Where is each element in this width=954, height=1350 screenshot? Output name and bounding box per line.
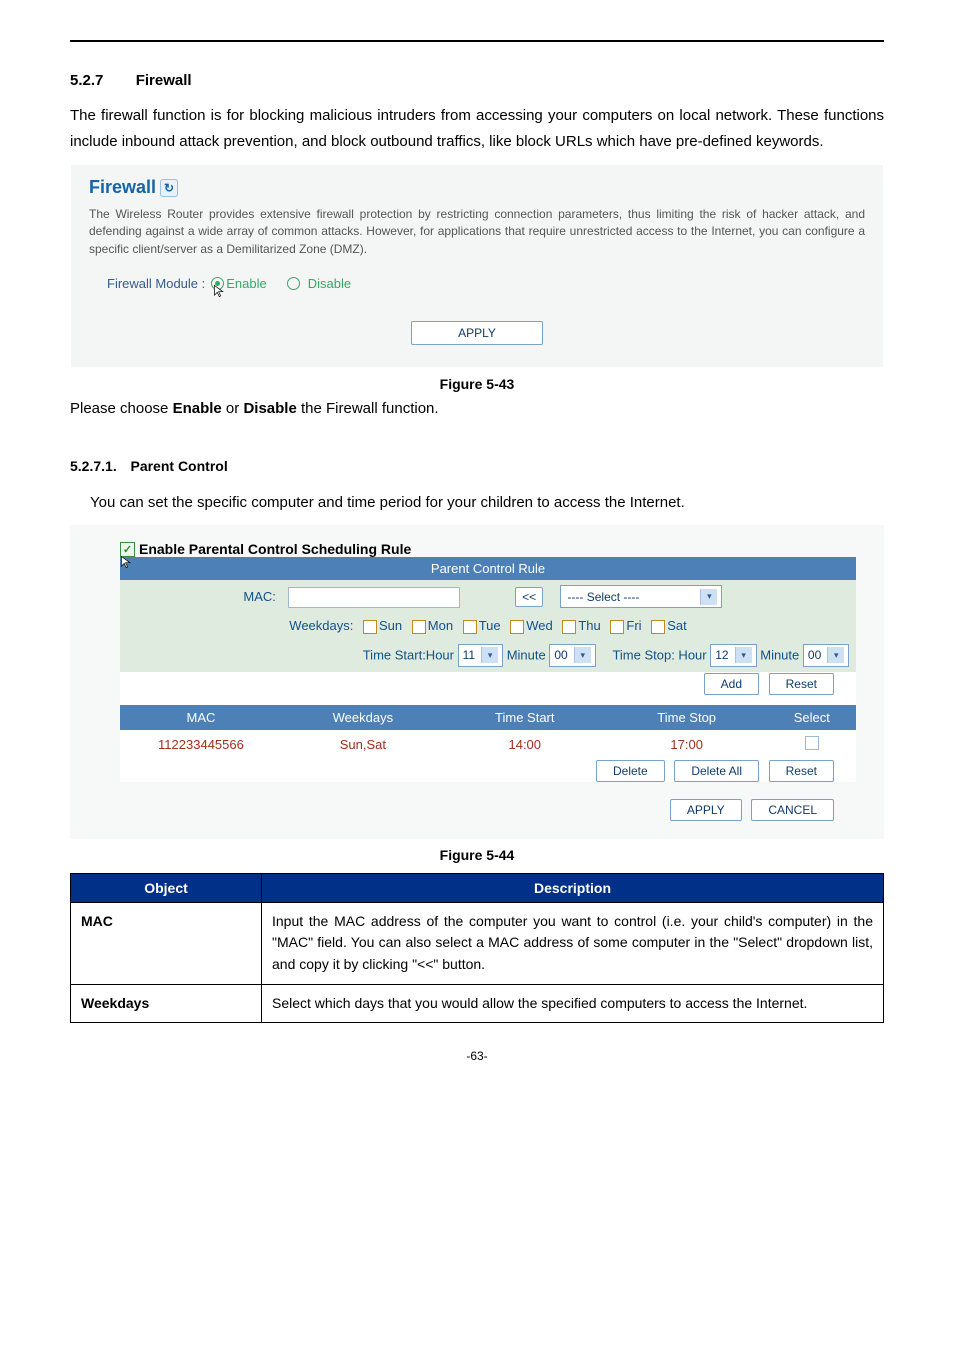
desc-row1-desc: Input the MAC address of the computer yo…	[262, 902, 884, 984]
desc-header-description: Description	[262, 873, 884, 902]
figure-5-44-caption: Figure 5-44	[70, 847, 884, 863]
choose-mid: or	[222, 400, 244, 417]
start-min-dropdown[interactable]: 00 ▾	[549, 644, 595, 667]
desc-row1-obj: MAC	[71, 902, 262, 984]
stop-hour-dropdown[interactable]: 12 ▾	[710, 644, 756, 667]
firewall-screenshot: Firewall ↻ The Wireless Router provides …	[70, 164, 884, 368]
pc-apply-button[interactable]: APPLY	[670, 799, 742, 821]
firewall-description: The Wireless Router provides extensive f…	[89, 206, 865, 258]
mac-label: MAC:	[120, 580, 282, 613]
section-title: Firewall	[136, 72, 192, 89]
time-start-label: Time Start:Hour	[363, 647, 454, 662]
delete-all-button[interactable]: Delete All	[674, 760, 759, 782]
row-time-start: 14:00	[444, 730, 606, 759]
page-number: -63-	[70, 1049, 884, 1063]
mon-checkbox[interactable]	[412, 620, 426, 634]
day-wed: Wed	[526, 618, 553, 633]
time-stop-label: Time Stop: Hour	[612, 647, 706, 662]
stop-hour-value: 12	[715, 648, 728, 662]
stop-min-dropdown[interactable]: 00 ▾	[803, 644, 849, 667]
pc-intro: You can set the specific computer and ti…	[90, 490, 884, 516]
day-thu: Thu	[578, 618, 600, 633]
table-row: 112233445566 Sun,Sat 14:00 17:00	[120, 730, 856, 759]
section-number: 5.2.7	[70, 72, 103, 89]
section-heading: 5.2.7 Firewall	[70, 72, 884, 89]
mac-input[interactable]	[288, 587, 460, 608]
figure-5-43-caption: Figure 5-43	[70, 376, 884, 392]
col-select: Select	[768, 705, 856, 730]
start-hour-dropdown[interactable]: 11 ▾	[458, 644, 503, 667]
col-time-stop: Time Stop	[606, 705, 768, 730]
parent-control-rule-table: Parent Control Rule MAC: << ---- Select …	[120, 557, 856, 821]
thu-checkbox[interactable]	[562, 620, 576, 634]
reset-button[interactable]: Reset	[769, 673, 834, 695]
choose-suffix: the Firewall function.	[297, 400, 439, 417]
chevron-down-icon: ▾	[827, 647, 844, 663]
cursor-icon	[120, 555, 134, 569]
minute-label-2: Minute	[760, 647, 799, 662]
mac-select-dropdown[interactable]: ---- Select ---- ▾	[560, 585, 722, 608]
wed-checkbox[interactable]	[510, 620, 524, 634]
weekdays-label: Weekdays:	[289, 618, 353, 633]
parent-control-screenshot: ✓ Enable Parental Control Scheduling Rul…	[70, 525, 884, 839]
row-weekdays: Sun,Sat	[282, 730, 444, 759]
description-table: Object Description MAC Input the MAC add…	[70, 873, 884, 1024]
cursor-icon	[213, 284, 227, 298]
reset2-button[interactable]: Reset	[769, 760, 834, 782]
chevron-down-icon: ▾	[481, 647, 498, 663]
row-mac: 112233445566	[120, 730, 282, 759]
choose-prefix: Please choose	[70, 400, 173, 417]
row-time-stop: 17:00	[606, 730, 768, 759]
col-weekdays: Weekdays	[282, 705, 444, 730]
copy-mac-button[interactable]: <<	[515, 587, 543, 607]
subsection-title: Parent Control	[130, 458, 227, 474]
day-mon: Mon	[428, 618, 453, 633]
stop-min-value: 00	[808, 648, 821, 662]
start-min-value: 00	[554, 648, 567, 662]
desc-header-object: Object	[71, 873, 262, 902]
enable-pc-label: Enable Parental Control Scheduling Rule	[139, 541, 411, 557]
chevron-down-icon: ▾	[574, 647, 591, 663]
disable-radio-label: Disable	[308, 276, 351, 291]
delete-button[interactable]: Delete	[596, 760, 665, 782]
sun-checkbox[interactable]	[363, 620, 377, 634]
tue-checkbox[interactable]	[463, 620, 477, 634]
start-hour-value: 11	[463, 648, 475, 662]
pc-cancel-button[interactable]: CANCEL	[751, 799, 834, 821]
day-tue: Tue	[479, 618, 501, 633]
day-sat: Sat	[667, 618, 687, 633]
day-fri: Fri	[626, 618, 641, 633]
choose-enable: Enable	[173, 400, 222, 417]
desc-row2-desc: Select which days that you would allow t…	[262, 984, 884, 1023]
page-divider	[70, 40, 884, 42]
subsection-heading: 5.2.7.1. Parent Control	[70, 458, 884, 474]
refresh-icon[interactable]: ↻	[160, 179, 178, 197]
desc-row2-obj: Weekdays	[71, 984, 262, 1023]
disable-radio[interactable]	[287, 277, 300, 290]
col-mac: MAC	[120, 705, 282, 730]
apply-button[interactable]: APPLY	[411, 321, 543, 345]
add-button[interactable]: Add	[704, 673, 759, 695]
choose-disable: Disable	[243, 400, 296, 417]
firewall-heading: Firewall	[89, 177, 156, 198]
mac-select-value: ---- Select ----	[567, 590, 639, 604]
sat-checkbox[interactable]	[651, 620, 665, 634]
subsection-number: 5.2.7.1.	[70, 458, 117, 474]
col-time-start: Time Start	[444, 705, 606, 730]
fri-checkbox[interactable]	[610, 620, 624, 634]
pcr-title: Parent Control Rule	[120, 557, 856, 580]
chevron-down-icon: ▾	[735, 647, 752, 663]
intro-paragraph: The firewall function is for blocking ma…	[70, 103, 884, 154]
enable-radio-label: Enable	[226, 276, 266, 291]
choose-line: Please choose Enable or Disable the Fire…	[70, 396, 884, 422]
minute-label-1: Minute	[507, 647, 546, 662]
row-select-checkbox[interactable]	[805, 736, 819, 750]
firewall-module-label: Firewall Module :	[107, 276, 205, 291]
day-sun: Sun	[379, 618, 402, 633]
chevron-down-icon: ▾	[700, 589, 717, 605]
